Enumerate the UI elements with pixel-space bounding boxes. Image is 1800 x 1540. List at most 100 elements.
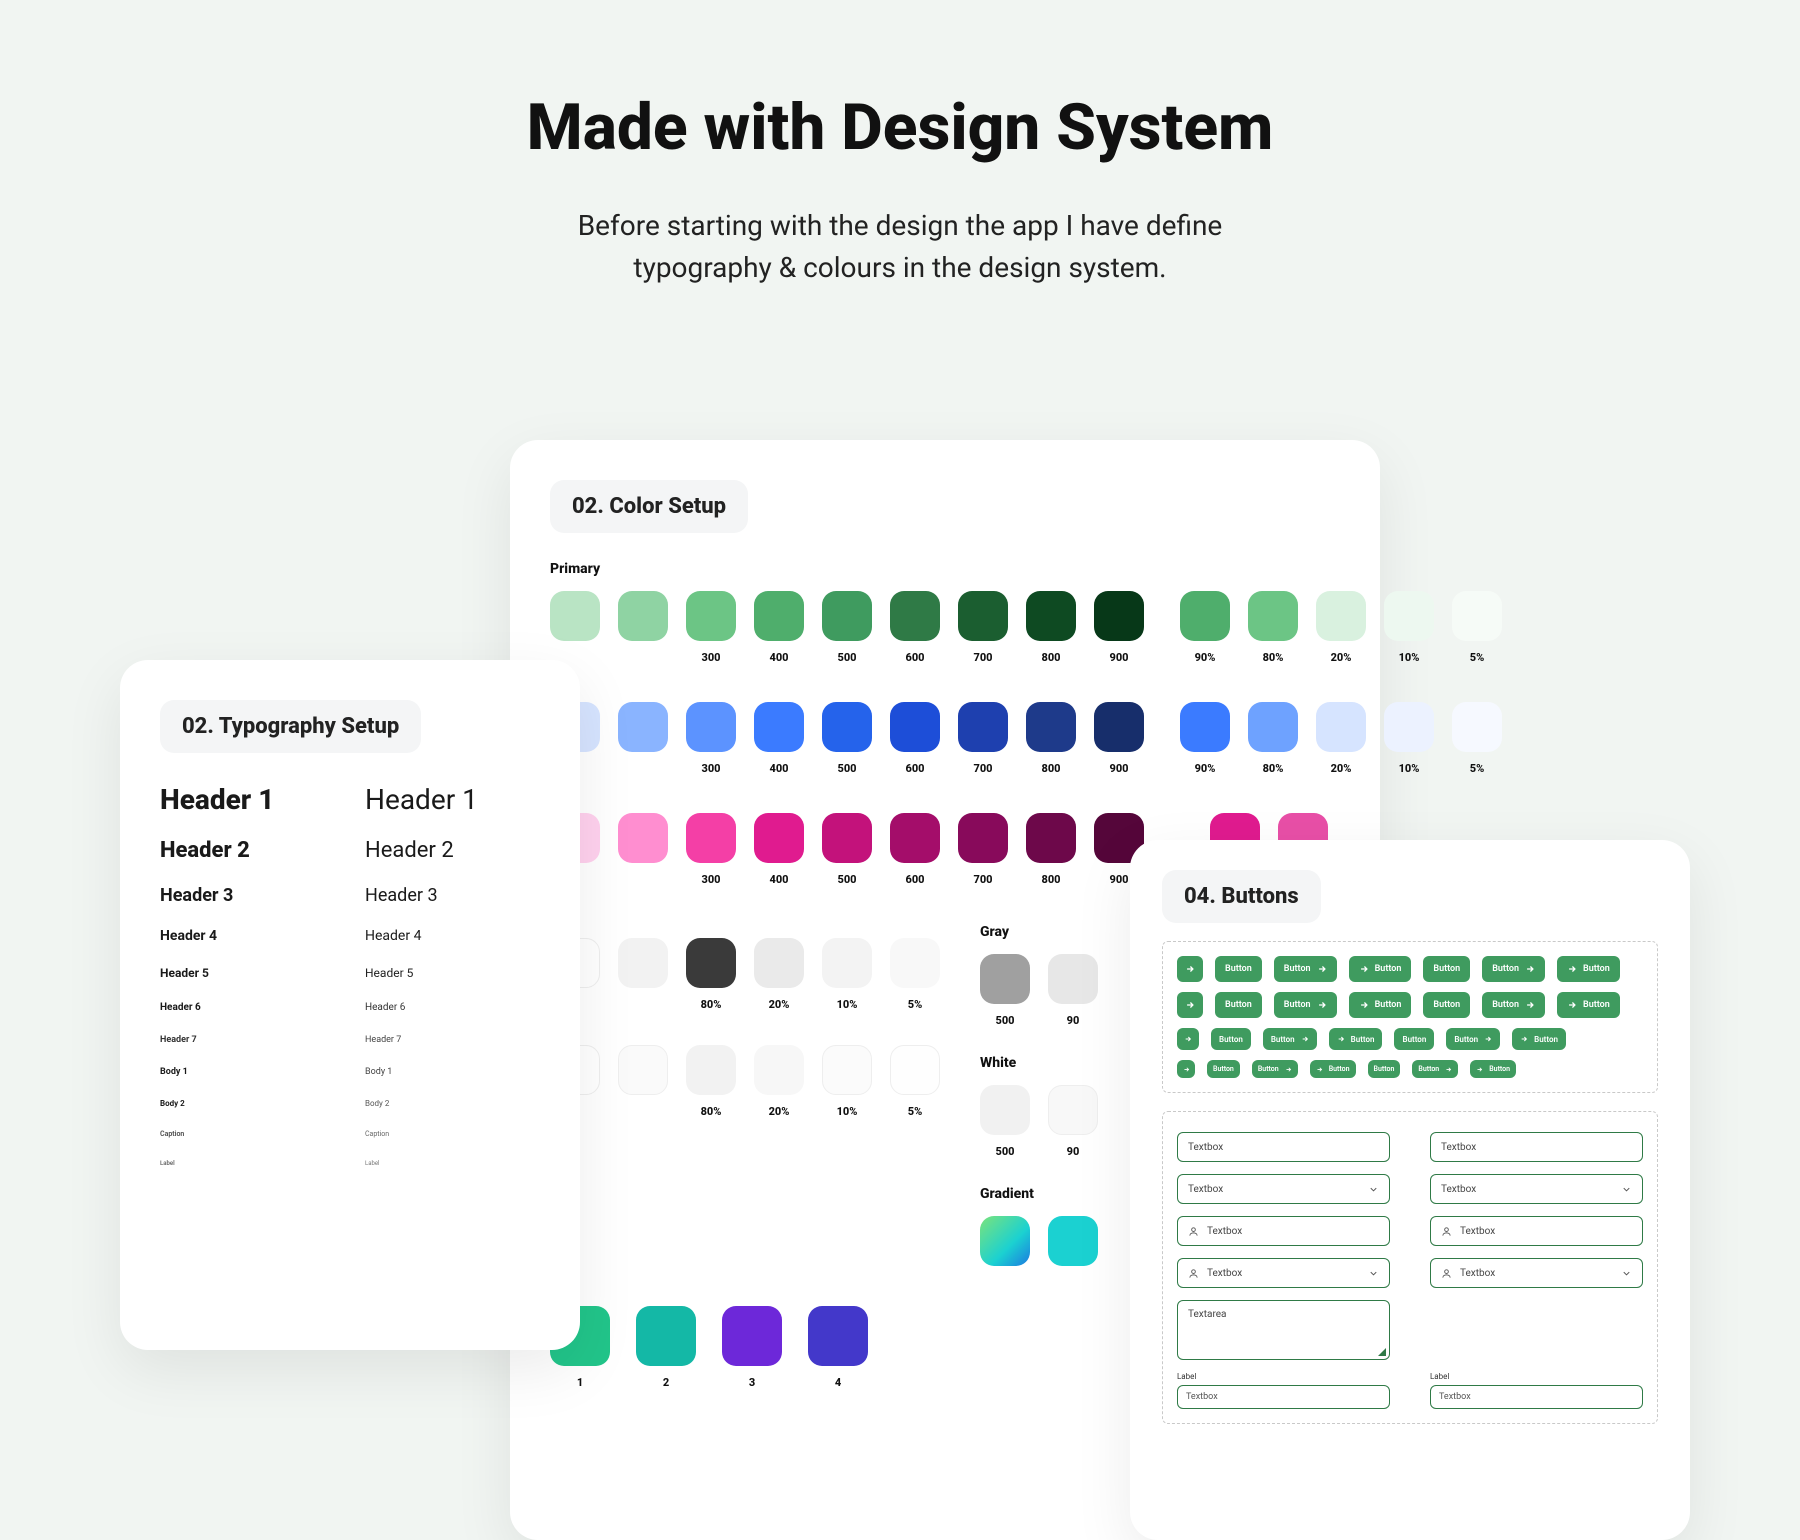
swatch — [980, 1216, 1030, 1266]
swatch — [1026, 591, 1076, 641]
button[interactable]: Button — [1394, 1028, 1434, 1050]
typo-body1-regular: Body 1 — [365, 1067, 540, 1077]
swatch — [958, 591, 1008, 641]
swatch — [618, 702, 668, 752]
swatch — [1094, 702, 1144, 752]
color-setup-badge: 02. Color Setup — [550, 480, 748, 533]
swatch — [686, 813, 736, 863]
swatch — [1384, 702, 1434, 752]
button[interactable]: Button — [1211, 1028, 1251, 1050]
textbox-dropdown[interactable]: Textbox — [1177, 1174, 1390, 1204]
swatch — [686, 702, 736, 752]
button[interactable]: Button — [1349, 956, 1412, 982]
green-row: 300 400 500 600 700 800 900 90% 80% 20% … — [550, 591, 1340, 664]
textbox-user-dropdown[interactable]: Textbox — [1430, 1258, 1643, 1288]
blue-row: 300 400 500 600 700 800 900 90% 80% 20% … — [550, 702, 1340, 775]
icon-button[interactable] — [1177, 1028, 1199, 1050]
user-icon — [1441, 1226, 1452, 1237]
typo-h5-bold: Header 5 — [160, 966, 335, 980]
typo-h7-bold: Header 7 — [160, 1035, 335, 1045]
button[interactable]: Button — [1215, 956, 1262, 982]
typography-setup-card: 02. Typography Setup Header 1 Header 2 H… — [120, 660, 580, 1350]
button[interactable]: Button — [1470, 1060, 1516, 1078]
swatch — [1048, 1085, 1098, 1135]
textbox-labeled[interactable]: Textbox — [1177, 1385, 1390, 1409]
swatch — [1452, 591, 1502, 641]
swatch — [822, 591, 872, 641]
swatch — [550, 591, 600, 641]
typo-h6-bold: Header 6 — [160, 1002, 335, 1013]
button[interactable]: Button — [1423, 956, 1470, 982]
button[interactable]: Button — [1310, 1060, 1356, 1078]
button[interactable]: Button — [1557, 956, 1620, 982]
swatch — [754, 702, 804, 752]
field-label: Label — [1177, 1372, 1390, 1381]
button[interactable]: Button — [1412, 1060, 1458, 1078]
swatch — [1048, 1216, 1098, 1266]
typo-h1-regular: Header 1 — [365, 783, 540, 816]
textbox[interactable]: Textbox — [1430, 1132, 1643, 1162]
button: Button — [1274, 992, 1337, 1018]
swatch — [618, 591, 668, 641]
typo-caption-bold: Caption — [160, 1130, 335, 1138]
typo-label-regular: Label — [365, 1160, 540, 1167]
typo-caption-regular: Caption — [365, 1130, 540, 1138]
button[interactable]: Button — [1557, 992, 1620, 1018]
typo-h1-bold: Header 1 — [160, 783, 335, 816]
button[interactable]: Button — [1207, 1060, 1240, 1078]
gray-dual-row: 80% 20% 10% 5% — [550, 938, 940, 1011]
button[interactable]: Button — [1368, 1060, 1401, 1078]
textbox-user-dropdown[interactable]: Textbox — [1177, 1258, 1390, 1288]
chevron-down-icon — [1621, 1184, 1632, 1195]
button[interactable]: Button — [1482, 992, 1545, 1018]
textbox-dropdown[interactable]: Textbox — [1430, 1174, 1643, 1204]
swatch — [1048, 954, 1098, 1004]
page-title: Made with Design System — [0, 90, 1800, 165]
swatch — [1248, 591, 1298, 641]
swatch — [686, 591, 736, 641]
button[interactable]: Button — [1349, 992, 1412, 1018]
inputs-group: Textbox Textbox Textbox Textbox Textbox … — [1162, 1111, 1658, 1424]
button[interactable]: Button — [1482, 956, 1545, 982]
textbox-user[interactable]: Textbox — [1430, 1216, 1643, 1246]
swatch — [822, 1045, 872, 1095]
page-subtitle: Before starting with the design the app … — [0, 205, 1800, 289]
field-label: Label — [1430, 1372, 1643, 1381]
lower-dual-row: 80% 20% 10% 5% — [550, 1045, 940, 1118]
button[interactable]: Button — [1274, 956, 1337, 982]
button[interactable]: Button — [1252, 1060, 1298, 1078]
button[interactable]: Button — [1329, 1028, 1383, 1050]
textbox-labeled[interactable]: Textbox — [1430, 1385, 1643, 1409]
typo-h3-bold: Header 3 — [160, 885, 335, 906]
swatch — [890, 938, 940, 988]
swatch — [618, 1045, 668, 1095]
button[interactable]: Button — [1423, 992, 1470, 1018]
swatch — [722, 1306, 782, 1366]
textbox-user[interactable]: Textbox — [1177, 1216, 1390, 1246]
swatch — [1316, 591, 1366, 641]
swatch — [618, 938, 668, 988]
swatch — [890, 1045, 940, 1095]
icon-button[interactable] — [1177, 992, 1203, 1018]
button[interactable]: Button — [1263, 1028, 1317, 1050]
textbox[interactable]: Textbox — [1177, 1132, 1390, 1162]
swatch — [754, 813, 804, 863]
icon-button[interactable] — [1177, 1060, 1195, 1078]
swatch — [754, 938, 804, 988]
typo-h5-regular: Header 5 — [365, 966, 540, 980]
swatch — [636, 1306, 696, 1366]
button[interactable]: Button — [1446, 1028, 1500, 1050]
button[interactable]: Button — [1512, 1028, 1566, 1050]
swatch — [1316, 702, 1366, 752]
textarea[interactable]: Textarea — [1177, 1300, 1390, 1360]
icon-button[interactable] — [1177, 956, 1203, 982]
button[interactable]: Button — [1215, 992, 1262, 1018]
swatch — [1248, 702, 1298, 752]
swatch — [980, 954, 1030, 1004]
typo-h2-regular: Header 2 — [365, 838, 540, 863]
buttons-card: 04. Buttons Button Button Button Button … — [1130, 840, 1690, 1540]
user-icon — [1188, 1226, 1199, 1237]
swatch — [890, 813, 940, 863]
typo-body2-bold: Body 2 — [160, 1099, 335, 1108]
swatch — [686, 938, 736, 988]
